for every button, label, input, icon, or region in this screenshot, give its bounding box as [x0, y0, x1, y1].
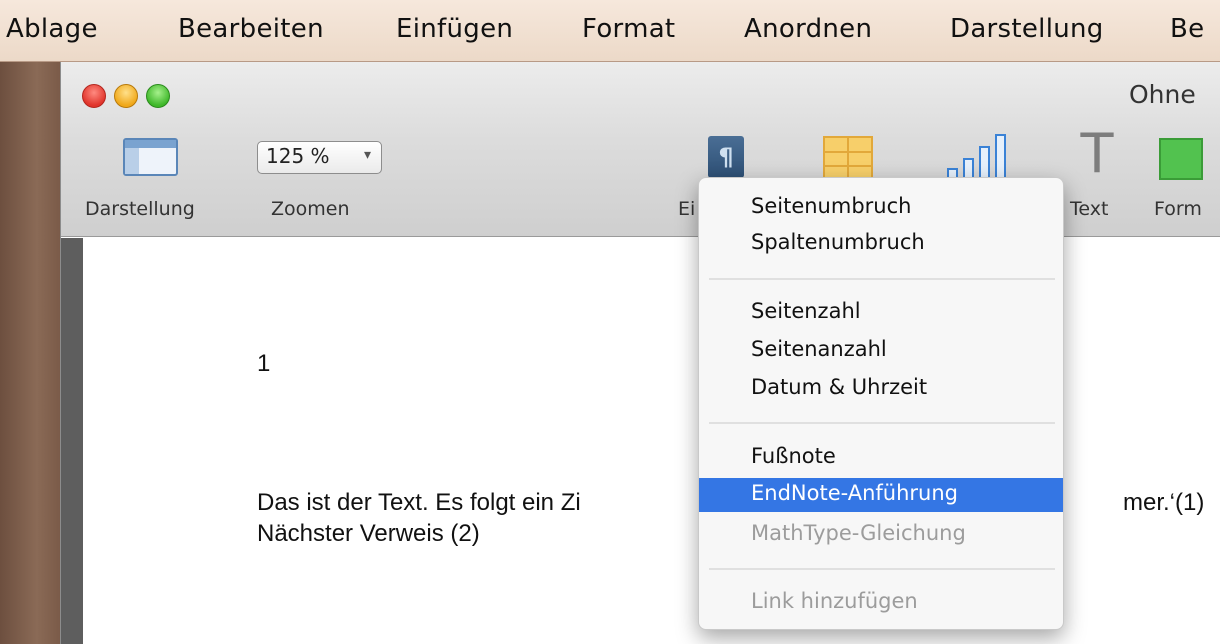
menu-item-link-hinzufuegen: Link hinzufügen [751, 589, 918, 613]
menu-format[interactable]: Format [582, 14, 675, 44]
menu-item-datum-uhrzeit[interactable]: Datum & Uhrzeit [699, 372, 1063, 406]
pilcrow-icon[interactable]: ¶ [708, 136, 744, 178]
maximize-button[interactable] [146, 84, 170, 108]
document-margin [61, 238, 83, 644]
menu-darstellung[interactable]: Darstellung [950, 14, 1104, 44]
menu-ablage[interactable]: Ablage [6, 14, 98, 44]
document-line-2-right[interactable]: mer.‘(1) [1123, 489, 1204, 517]
menu-item-fussnote[interactable]: Fußnote [699, 441, 1063, 475]
toolbar-zoom-label: Zoomen [271, 198, 350, 220]
text-t-icon[interactable]: T [1075, 126, 1119, 182]
menu-item-endnote-anfuehrung[interactable]: EndNote-Anführung [699, 478, 1063, 512]
menu-separator [709, 568, 1055, 570]
menu-bar: Ablage Bearbeiten Einfügen Format Anordn… [0, 0, 1220, 62]
table-icon[interactable] [823, 136, 873, 182]
menu-separator [709, 278, 1055, 280]
document-line-1[interactable]: 1 [257, 350, 270, 378]
toolbar-text-label[interactable]: Text [1070, 198, 1108, 220]
insert-menu: Seitenumbruch Spaltenumbruch Seitenzahl … [698, 177, 1064, 630]
menu-separator [709, 422, 1055, 424]
menu-item-seitenumbruch[interactable]: Seitenumbruch [699, 191, 1063, 225]
window-title: Ohne [1129, 80, 1196, 109]
toolbar-shape-label[interactable]: Form [1154, 198, 1202, 220]
sidebar-view-icon[interactable] [123, 138, 178, 176]
menu-item-mathtype-gleichung: MathType-Gleichung [751, 521, 966, 545]
menu-bearbeiten[interactable]: Bearbeiten [178, 14, 324, 44]
toolbar-insert-label[interactable]: Ei [678, 198, 695, 220]
menu-truncated[interactable]: Be [1170, 14, 1204, 44]
minimize-button[interactable] [114, 84, 138, 108]
menu-item-seitenzahl[interactable]: Seitenzahl [699, 296, 1063, 330]
menu-anordnen[interactable]: Anordnen [744, 14, 872, 44]
menu-einfuegen[interactable]: Einfügen [396, 14, 513, 44]
menu-item-seitenanzahl[interactable]: Seitenanzahl [699, 334, 1063, 368]
bar-chart-icon[interactable] [945, 132, 1006, 182]
zoom-select[interactable]: 125 % ▾ [257, 141, 382, 174]
menu-item-spaltenumbruch[interactable]: Spaltenumbruch [699, 227, 1063, 261]
document-line-2-left[interactable]: Das ist der Text. Es folgt ein Zi [257, 489, 581, 517]
chevron-down-icon: ▾ [363, 147, 371, 163]
toolbar-view-label[interactable]: Darstellung [85, 198, 195, 220]
shape-square-icon[interactable] [1159, 138, 1203, 180]
zoom-value: 125 % [266, 144, 330, 168]
document-line-3[interactable]: Nächster Verweis (2) [257, 520, 480, 548]
close-button[interactable] [82, 84, 106, 108]
